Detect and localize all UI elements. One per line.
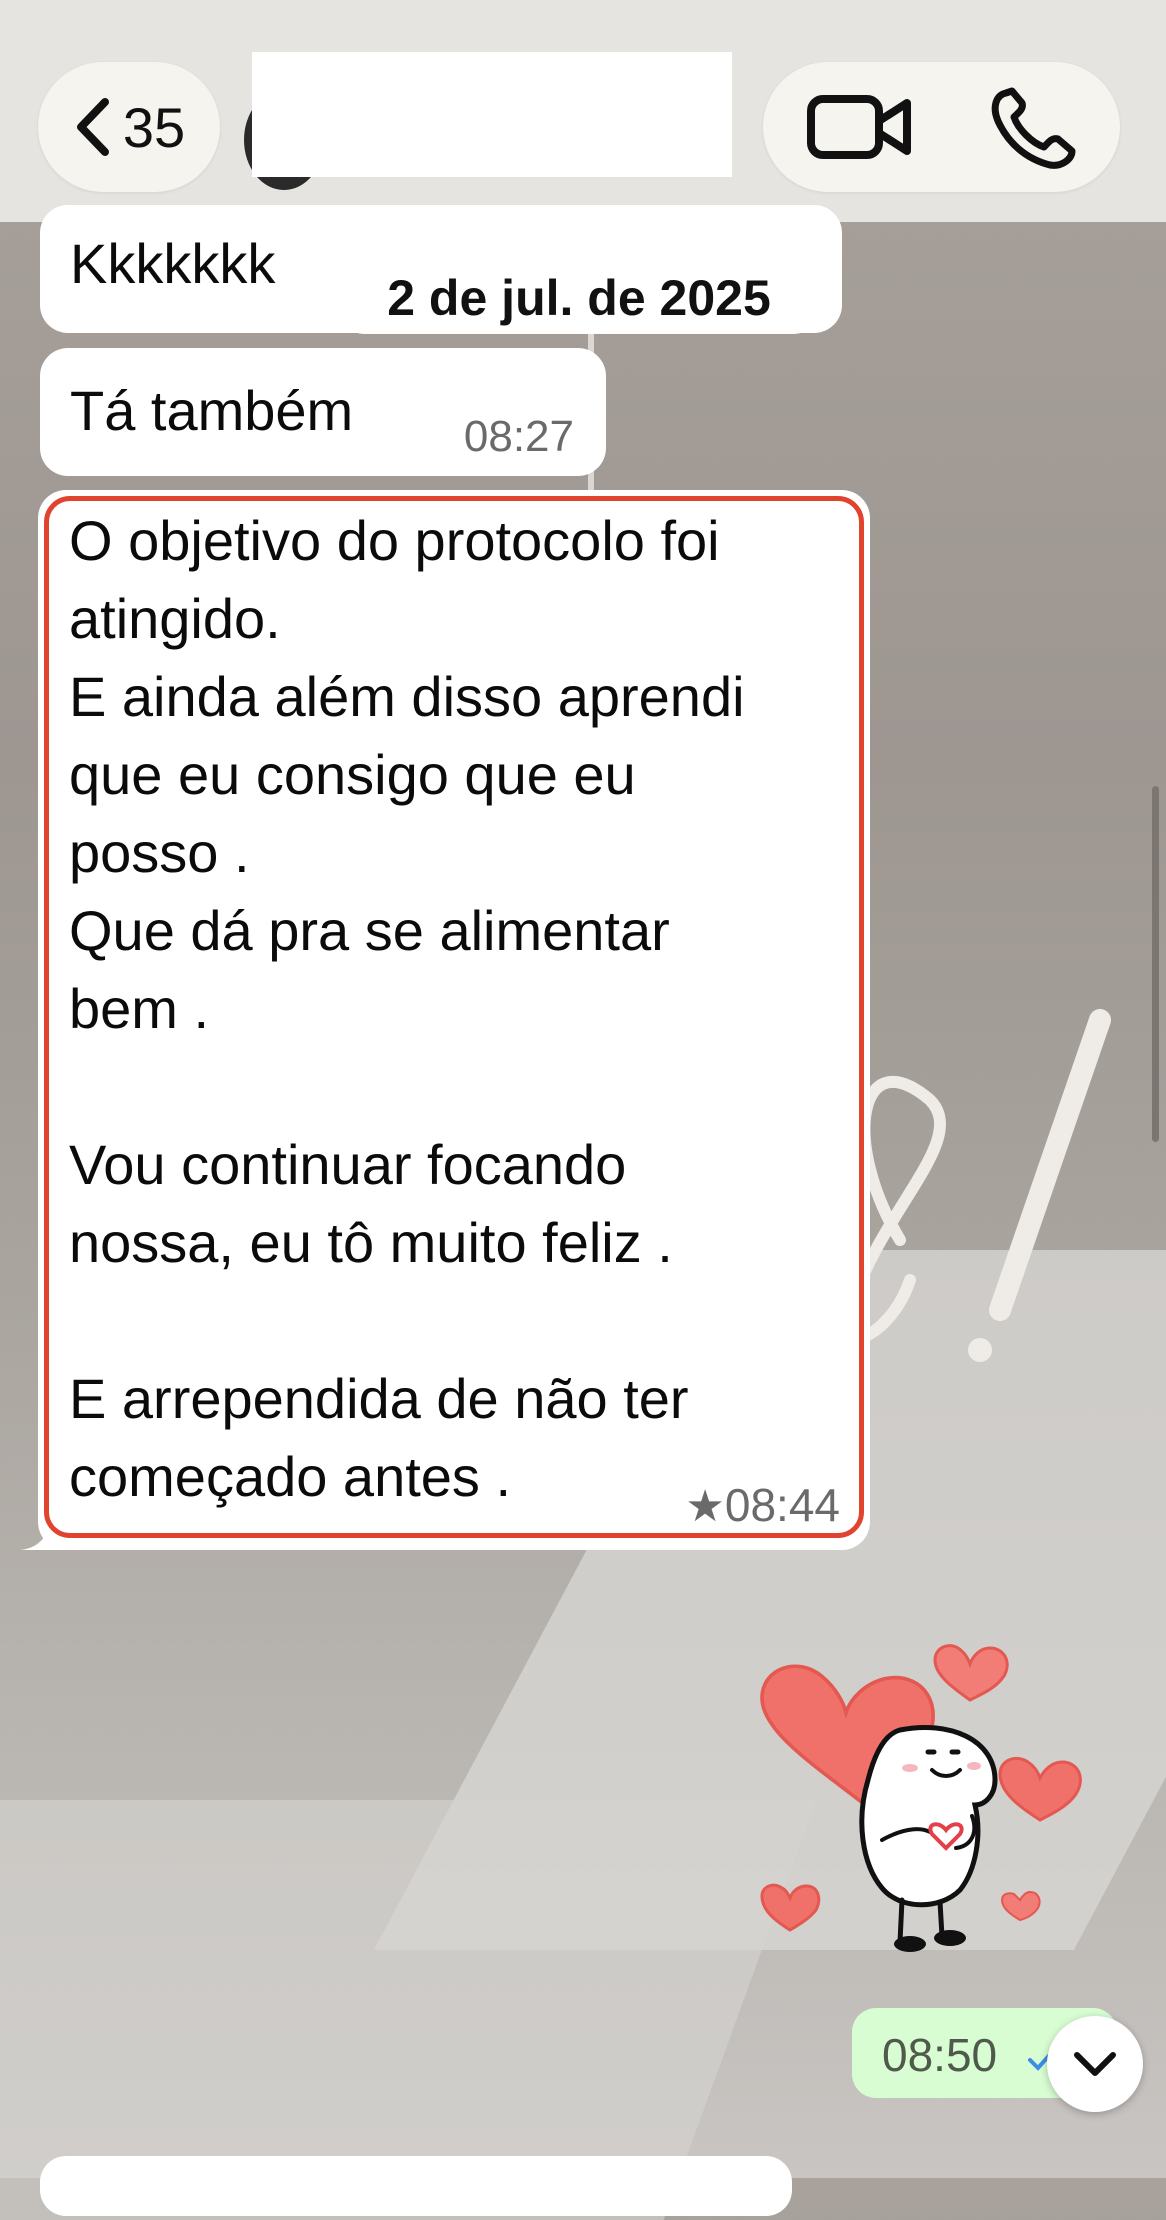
message-time: 08:27 xyxy=(463,412,574,461)
heart-blob-sticker[interactable] xyxy=(750,1620,1110,1980)
chat-header: 35 xyxy=(0,0,1166,222)
next-message-preview[interactable] xyxy=(40,2156,792,2216)
message-text: Kkkkkkk xyxy=(70,232,276,295)
scrollbar[interactable] xyxy=(1152,786,1159,1142)
heart-icon xyxy=(933,1644,1009,1702)
back-button[interactable]: 35 xyxy=(38,62,220,192)
highlight-frame xyxy=(44,496,864,1538)
contact-name[interactable] xyxy=(252,52,732,177)
call-actions xyxy=(763,62,1120,192)
heart-icon xyxy=(1000,1890,1041,1922)
scroll-to-bottom-button[interactable] xyxy=(1047,2016,1143,2112)
chevron-down-icon xyxy=(1074,2052,1116,2076)
received-message[interactable]: Tá também 08:27 xyxy=(40,348,606,476)
date-separator: 2 de jul. de 2025 xyxy=(342,262,816,334)
heart-icon xyxy=(998,1757,1082,1822)
message-time: 08:50 xyxy=(882,2029,998,2081)
chevron-left-icon xyxy=(76,98,109,156)
video-call-icon[interactable] xyxy=(805,87,915,167)
message-text: Tá também xyxy=(70,379,354,442)
phone-call-icon[interactable] xyxy=(988,87,1078,169)
unread-count: 35 xyxy=(122,95,186,159)
heart-icon xyxy=(760,1883,821,1932)
